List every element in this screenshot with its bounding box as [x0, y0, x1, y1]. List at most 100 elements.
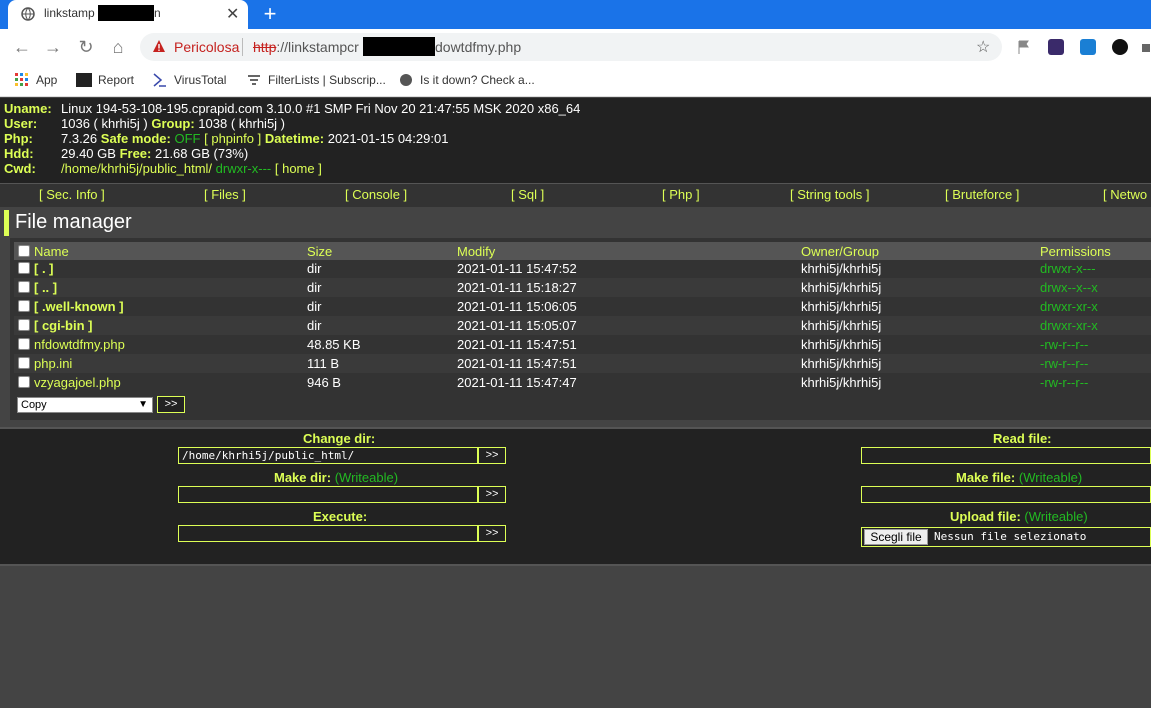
file-permissions[interactable]: -rw-r--r--	[1040, 356, 1088, 371]
file-modified: 2021-01-11 15:18:27	[457, 280, 577, 295]
address-bar[interactable]: Pericolosa http://linkstampcr dowtdfmy.p…	[140, 33, 1002, 61]
upload-file-label-row: Upload file: (Writeable)	[950, 509, 1088, 524]
browser-tab[interactable]: linkstamp n ✕	[8, 0, 248, 29]
menu-php[interactable]: [ Php ]	[662, 187, 700, 202]
file-modified: 2021-01-11 15:06:05	[457, 299, 577, 314]
file-name-link[interactable]: [ cgi-bin ]	[34, 318, 93, 333]
bookmark-label: Report	[98, 73, 135, 87]
tab-title-tail: n	[154, 6, 161, 20]
file-name-link[interactable]: [ .. ]	[34, 280, 57, 295]
bulk-action-select[interactable]: Copy ▼	[17, 397, 153, 413]
bookmark-label: FilterLists | Subscrip...	[268, 73, 386, 87]
file-size: dir	[307, 299, 322, 314]
bookmark-report[interactable]: Report	[76, 73, 134, 87]
reload-icon[interactable]: ↻	[76, 37, 96, 57]
menu-sql[interactable]: [ Sql ]	[511, 187, 544, 202]
file-permissions[interactable]: drwxr-x---	[1040, 261, 1096, 276]
file-permissions[interactable]: drwxr-xr-x	[1040, 318, 1098, 333]
row-checkbox[interactable]	[18, 338, 30, 350]
extension-icon[interactable]	[1048, 39, 1064, 55]
upload-file-field: Scegli file Nessun file selezionato	[861, 527, 1151, 547]
change-dir-input[interactable]: /home/khrhi5j/public_html/	[178, 447, 478, 464]
read-file-input[interactable]	[861, 447, 1151, 464]
file-owner: khrhi5j/khrhi5j	[801, 356, 882, 371]
bookmark-app[interactable]: App	[14, 73, 57, 87]
forward-icon[interactable]: →	[43, 37, 63, 57]
tab-strip: linkstamp n ✕ +	[0, 0, 1151, 29]
bookmark-star-icon[interactable]: ☆	[976, 37, 990, 57]
file-table: Name Size Modify Owner/Group Permissions…	[10, 238, 1151, 420]
file-name-link[interactable]: nfdowtdfmy.php	[34, 337, 125, 352]
file-size: dir	[307, 261, 322, 276]
puzzle-icon[interactable]	[1140, 39, 1151, 55]
redaction-bar	[363, 37, 435, 56]
make-dir-label: Make dir:	[274, 470, 332, 485]
file-name-link[interactable]: php.ini	[34, 356, 72, 371]
row-checkbox[interactable]	[18, 357, 30, 369]
bookmark-label: VirusTotal	[174, 73, 227, 87]
execute-input[interactable]	[178, 525, 478, 542]
uname-row: Uname: Linux 194-53-108-195.cprapid.com 3…	[4, 101, 580, 116]
profile-icon[interactable]	[1112, 39, 1128, 55]
make-file-label: Make file:	[956, 470, 1016, 485]
bulk-action-go-button[interactable]: >>	[157, 396, 185, 413]
phpinfo-link[interactable]: [ phpinfo ]	[204, 131, 261, 146]
make-dir-go-button[interactable]: >>	[478, 486, 506, 503]
row-checkbox[interactable]	[18, 319, 30, 331]
choose-file-button[interactable]: Scegli file	[864, 529, 928, 545]
col-permissions[interactable]: Permissions	[1040, 244, 1111, 259]
row-checkbox[interactable]	[18, 300, 30, 312]
menu-string-tools[interactable]: [ String tools ]	[790, 187, 869, 202]
php-row: Php: 7.3.26 Safe mode: OFF [ phpinfo ] Da…	[4, 131, 448, 146]
row-checkbox[interactable]	[18, 262, 30, 274]
redaction-bar	[98, 5, 154, 21]
flag-icon[interactable]	[1016, 39, 1032, 55]
col-modify[interactable]: Modify	[457, 244, 495, 259]
file-permissions[interactable]: -rw-r--r--	[1040, 337, 1088, 352]
col-size[interactable]: Size	[307, 244, 332, 259]
new-tab-button[interactable]: +	[260, 1, 280, 27]
file-owner: khrhi5j/khrhi5j	[801, 280, 882, 295]
bookmark-virustotal[interactable]: VirusTotal	[152, 73, 226, 87]
file-name-link[interactable]: [ .well-known ]	[34, 299, 124, 314]
report-icon	[76, 73, 92, 87]
row-checkbox[interactable]	[18, 376, 30, 388]
change-dir-go-button[interactable]: >>	[478, 447, 506, 464]
file-permissions[interactable]: drwx--x--x	[1040, 280, 1098, 295]
shell-menu: [ Sec. Info ] [ Files ] [ Console ] [ Sq…	[0, 183, 1151, 207]
menu-console[interactable]: [ Console ]	[345, 187, 407, 202]
hdd-label: Hdd:	[4, 146, 34, 161]
shield-icon[interactable]	[1080, 39, 1096, 55]
file-modified: 2021-01-11 15:05:07	[457, 318, 577, 333]
file-name-link[interactable]: vzyagajoel.php	[34, 375, 121, 390]
file-name-link[interactable]: [ . ]	[34, 261, 54, 276]
filter-icon	[248, 75, 260, 85]
table-row: [ .. ] dir 2021-01-11 15:18:27 khrhi5j/k…	[14, 278, 1151, 297]
make-file-input[interactable]	[861, 486, 1151, 503]
cwd-path-link[interactable]: /home/khrhi5j/public_html/	[61, 161, 212, 176]
col-name[interactable]: Name	[34, 244, 69, 259]
globe-icon	[400, 74, 412, 86]
free-label: Free:	[119, 146, 152, 161]
row-checkbox[interactable]	[18, 281, 30, 293]
close-icon[interactable]: ✕	[226, 4, 239, 24]
col-owner[interactable]: Owner/Group	[801, 244, 879, 259]
execute-go-button[interactable]: >>	[478, 525, 506, 542]
select-all-checkbox[interactable]	[18, 245, 30, 257]
cwd-label: Cwd:	[4, 161, 36, 176]
menu-bruteforce[interactable]: [ Bruteforce ]	[945, 187, 1019, 202]
menu-sec-info[interactable]: [ Sec. Info ]	[39, 187, 105, 202]
bookmark-isitdown[interactable]: Is it down? Check a...	[398, 73, 535, 87]
datetime-label: Datetime:	[264, 131, 325, 146]
file-permissions[interactable]: -rw-r--r--	[1040, 375, 1088, 390]
file-permissions[interactable]: drwxr-xr-x	[1040, 299, 1098, 314]
menu-network[interactable]: [ Netwo	[1103, 187, 1147, 202]
bookmark-filterlists[interactable]: FilterLists | Subscrip...	[246, 73, 386, 87]
file-size: 48.85 KB	[307, 337, 361, 352]
make-dir-input[interactable]	[178, 486, 478, 503]
home-icon[interactable]: ⌂	[108, 37, 128, 57]
chevron-down-icon: ▼	[138, 399, 148, 410]
menu-files[interactable]: [ Files ]	[204, 187, 246, 202]
back-icon[interactable]: ←	[12, 37, 32, 57]
home-link[interactable]: [ home ]	[275, 161, 322, 176]
